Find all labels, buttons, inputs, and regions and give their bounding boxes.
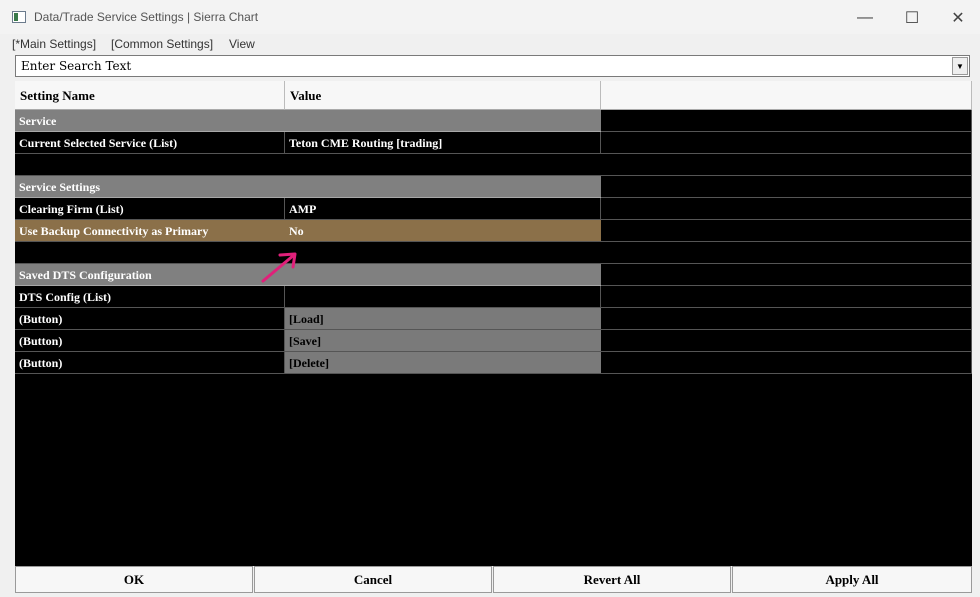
- header-blank: [601, 81, 972, 110]
- annotation-arrow-icon: [261, 252, 297, 283]
- dialog-buttons: OK Cancel Revert All Apply All: [15, 566, 972, 593]
- table-row[interactable]: (Button) [Load]: [15, 308, 972, 330]
- section-label: Service Settings: [15, 176, 601, 198]
- title-bar[interactable]: Data/Trade Service Settings | Sierra Cha…: [0, 0, 980, 34]
- setting-value[interactable]: No: [285, 220, 601, 242]
- section-label: Saved DTS Configuration: [15, 264, 601, 286]
- save-button[interactable]: [Save]: [285, 330, 601, 352]
- section-row-service-settings: Service Settings: [15, 176, 972, 198]
- setting-name: (Button): [15, 330, 285, 352]
- close-button[interactable]: ✕: [935, 4, 980, 32]
- delete-button[interactable]: [Delete]: [285, 352, 601, 374]
- table-row[interactable]: Clearing Firm (List) AMP: [15, 198, 972, 220]
- section-row-service: Service: [15, 110, 972, 132]
- table-row[interactable]: (Button) [Delete]: [15, 352, 972, 374]
- setting-name[interactable]: Use Backup Connectivity as Primary: [15, 220, 285, 242]
- table-row[interactable]: Current Selected Service (List) Teton CM…: [15, 132, 972, 154]
- setting-name: (Button): [15, 352, 285, 374]
- window-title: Data/Trade Service Settings | Sierra Cha…: [34, 10, 259, 24]
- ok-button[interactable]: OK: [15, 566, 253, 593]
- settings-grid: Setting Name Value Service Current Selec…: [15, 81, 972, 566]
- apply-all-button[interactable]: Apply All: [732, 566, 972, 593]
- setting-name[interactable]: Clearing Firm (List): [15, 198, 285, 220]
- section-row-saved-dts: Saved DTS Configuration: [15, 264, 972, 286]
- header-setting-name[interactable]: Setting Name: [15, 81, 285, 110]
- menu-common-settings[interactable]: [Common Settings]: [111, 37, 213, 51]
- setting-name[interactable]: Current Selected Service (List): [15, 132, 285, 154]
- search-input[interactable]: Enter Search Text: [21, 59, 131, 73]
- setting-value[interactable]: Teton CME Routing [trading]: [285, 132, 601, 154]
- left-edge: [0, 54, 14, 597]
- grid-header-row: Setting Name Value: [15, 81, 972, 110]
- cancel-button[interactable]: Cancel: [254, 566, 492, 593]
- search-combobox[interactable]: Enter Search Text ▼: [15, 55, 970, 77]
- header-value[interactable]: Value: [285, 81, 601, 110]
- table-row-selected[interactable]: Use Backup Connectivity as Primary No: [15, 220, 972, 242]
- table-row[interactable]: (Button) [Save]: [15, 330, 972, 352]
- app-icon: [12, 11, 26, 23]
- blank-row: [15, 242, 972, 264]
- blank-row: [15, 154, 972, 176]
- table-row[interactable]: DTS Config (List): [15, 286, 972, 308]
- menu-view[interactable]: View: [229, 37, 255, 51]
- chevron-down-icon: ▼: [956, 61, 964, 71]
- menu-main-settings[interactable]: [*Main Settings]: [12, 37, 96, 51]
- load-button[interactable]: [Load]: [285, 308, 601, 330]
- minimize-button[interactable]: —: [842, 4, 888, 32]
- setting-name[interactable]: DTS Config (List): [15, 286, 285, 308]
- dropdown-button[interactable]: ▼: [952, 57, 968, 75]
- setting-value[interactable]: [285, 286, 601, 308]
- setting-name: (Button): [15, 308, 285, 330]
- settings-window: Data/Trade Service Settings | Sierra Cha…: [0, 0, 980, 597]
- menu-bar: [*Main Settings] [Common Settings] View: [0, 34, 980, 54]
- section-label: Service: [15, 110, 601, 132]
- maximize-button[interactable]: ☐: [889, 4, 935, 32]
- setting-value[interactable]: AMP: [285, 198, 601, 220]
- revert-all-button[interactable]: Revert All: [493, 566, 731, 593]
